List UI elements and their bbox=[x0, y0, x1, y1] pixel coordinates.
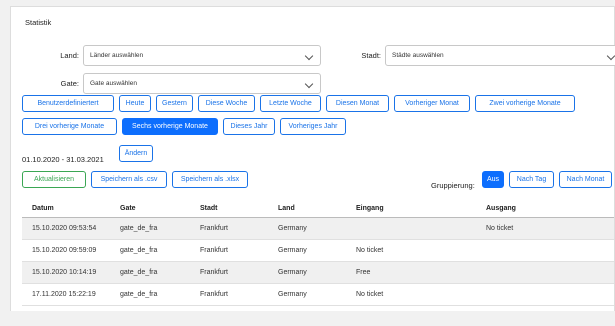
grouping-month-button[interactable]: Nach Monat bbox=[559, 171, 612, 188]
table-row: 15.10.2020 09:59:09 gate_de_fra Frankfur… bbox=[22, 240, 614, 262]
range-button-this-week[interactable]: Diese Woche bbox=[198, 95, 255, 112]
cell-gate: gate_de_fra bbox=[120, 225, 158, 232]
grouping-day-button[interactable]: Nach Tag bbox=[509, 171, 554, 188]
refresh-button[interactable]: Aktualisieren bbox=[22, 171, 86, 188]
cell-land: Germany bbox=[278, 247, 307, 254]
gate-label: Gate: bbox=[60, 79, 79, 88]
range-button-previous-year[interactable]: Vorheriges Jahr bbox=[280, 118, 346, 135]
date-range-text: 01.10.2020 - 31.03.2021 bbox=[22, 155, 104, 164]
statistics-panel: Statistik Land: Länder auswählen Stadt: … bbox=[10, 6, 615, 326]
header-eingang: Eingang bbox=[356, 205, 384, 212]
table-row: 15.10.2020 09:53:54 gate_de_fra Frankfur… bbox=[22, 218, 614, 240]
header-gate: Gate bbox=[120, 205, 136, 212]
cell-eingang: Free bbox=[356, 269, 371, 276]
page-footer bbox=[10, 311, 615, 326]
stadt-select-value: Städte auswählen bbox=[392, 52, 444, 59]
cell-land: Germany bbox=[278, 225, 307, 232]
events-table: Datum Gate Stadt Land Eingang Ausgang 15… bbox=[22, 200, 614, 306]
range-button-today[interactable]: Heute bbox=[119, 95, 151, 112]
range-button-two-months[interactable]: Zwei vorherige Monate bbox=[475, 95, 575, 112]
cell-stadt: Frankfurt bbox=[200, 225, 229, 232]
cell-land: Germany bbox=[278, 291, 307, 298]
chevron-down-icon bbox=[304, 51, 314, 61]
chevron-down-icon bbox=[606, 51, 615, 61]
cell-gate: gate_de_fra bbox=[120, 291, 158, 298]
header-datum: Datum bbox=[32, 205, 54, 212]
land-select[interactable]: Länder auswählen bbox=[83, 45, 321, 66]
range-button-previous-month[interactable]: Vorheriger Monat bbox=[394, 95, 470, 112]
range-button-this-month[interactable]: Diesen Monat bbox=[326, 95, 389, 112]
stadt-select[interactable]: Städte auswählen bbox=[385, 45, 615, 66]
land-select-value: Länder auswählen bbox=[90, 52, 144, 59]
range-button-this-year[interactable]: Dieses Jahr bbox=[223, 118, 275, 135]
chevron-down-icon bbox=[304, 79, 314, 89]
cell-land: Germany bbox=[278, 269, 307, 276]
save-xlsx-button[interactable]: Speichern als .xlsx bbox=[172, 171, 248, 188]
header-stadt: Stadt bbox=[200, 205, 218, 212]
change-date-button[interactable]: Ändern bbox=[119, 145, 153, 162]
cell-gate: gate_de_fra bbox=[120, 247, 158, 254]
cell-datum: 15.10.2020 10:14:19 bbox=[32, 269, 97, 276]
cell-datum: 15.10.2020 09:53:54 bbox=[32, 225, 97, 232]
table-row: 15.10.2020 10:14:19 gate_de_fra Frankfur… bbox=[22, 262, 614, 284]
cell-eingang: No ticket bbox=[356, 291, 384, 298]
grouping-label: Gruppierung: bbox=[431, 181, 475, 190]
range-button-six-months[interactable]: Sechs vorherige Monate bbox=[122, 118, 218, 135]
stadt-label: Stadt: bbox=[361, 51, 381, 60]
cell-ausgang: No ticket bbox=[486, 225, 514, 232]
cell-eingang: No ticket bbox=[356, 247, 384, 254]
cell-stadt: Frankfurt bbox=[200, 291, 229, 298]
cell-stadt: Frankfurt bbox=[200, 269, 229, 276]
range-button-three-months[interactable]: Drei vorherige Monate bbox=[22, 118, 117, 135]
table-header: Datum Gate Stadt Land Eingang Ausgang bbox=[22, 200, 614, 218]
grouping-off-button[interactable]: Aus bbox=[482, 171, 504, 188]
cell-gate: gate_de_fra bbox=[120, 269, 158, 276]
save-csv-button[interactable]: Speichern als .csv bbox=[91, 171, 167, 188]
panel-title: Statistik bbox=[25, 18, 52, 27]
range-button-yesterday[interactable]: Gestern bbox=[156, 95, 193, 112]
cell-datum: 15.10.2020 09:59:09 bbox=[32, 247, 97, 254]
cell-datum: 17.11.2020 15:22:19 bbox=[32, 291, 96, 298]
range-button-last-week[interactable]: Letzte Woche bbox=[260, 95, 321, 112]
cell-stadt: Frankfurt bbox=[200, 247, 229, 254]
range-button-custom[interactable]: Benutzerdefiniertert bbox=[22, 95, 114, 112]
header-ausgang: Ausgang bbox=[486, 205, 516, 212]
land-label: Land: bbox=[60, 51, 79, 60]
gate-select[interactable]: Gate auswählen bbox=[83, 73, 321, 94]
header-land: Land bbox=[278, 205, 295, 212]
gate-select-value: Gate auswählen bbox=[90, 80, 137, 87]
table-row: 17.11.2020 15:22:19 gate_de_fra Frankfur… bbox=[22, 284, 614, 306]
